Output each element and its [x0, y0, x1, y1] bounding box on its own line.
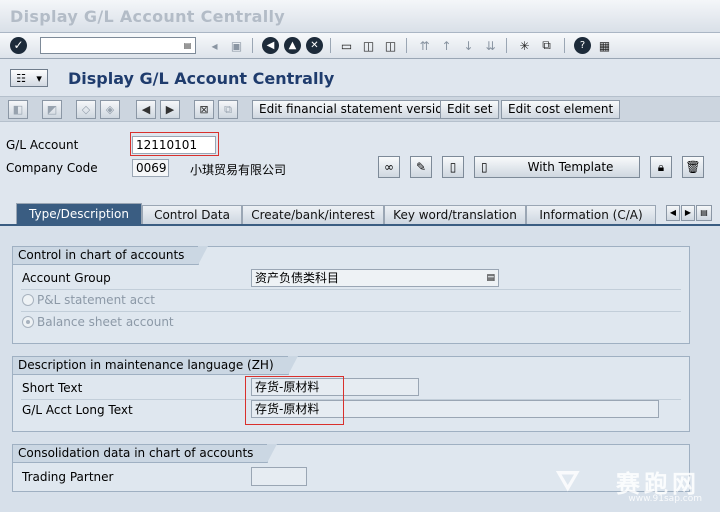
find-next-icon[interactable]: ◫	[382, 37, 399, 54]
dropdown-icon[interactable]: ▤	[486, 270, 495, 286]
eraser-icon[interactable]: ◇	[76, 100, 96, 119]
screen-title-bar: ☷ ▾ Display G/L Account Centrally	[0, 62, 720, 95]
control-group-title: Control in chart of accounts	[13, 246, 209, 265]
trading-partner-field[interactable]	[251, 467, 307, 486]
next-page-icon[interactable]: ↓	[460, 37, 477, 54]
edit-fs-version-button[interactable]: Edit financial statement version	[252, 100, 458, 119]
company-code-label: Company Code	[6, 161, 98, 175]
control-group: Control in chart of accounts Account Gro…	[12, 246, 690, 344]
with-template-button[interactable]: ▯ With Template	[474, 156, 640, 178]
gl-account-highlight	[130, 132, 219, 156]
tab-scroll-right-icon[interactable]: ▶	[681, 205, 695, 221]
description-highlight	[245, 376, 344, 425]
save-icon[interactable]: ▣	[228, 37, 245, 54]
shortcut-icon[interactable]: ⧉	[538, 37, 555, 54]
company-name: 小琪贸易有限公司	[190, 163, 287, 177]
account-group-label: Account Group	[22, 271, 111, 285]
long-text-label: G/L Acct Long Text	[22, 403, 133, 417]
cancel-icon[interactable]: ✕	[306, 37, 323, 54]
previous-icon[interactable]: ◂	[206, 37, 223, 54]
command-field[interactable]: ▤	[40, 37, 196, 54]
first-page-icon[interactable]: ⇈	[416, 37, 433, 54]
gl-account-label: G/L Account	[6, 138, 79, 152]
description-group-title: Description in maintenance language (ZH)	[13, 356, 298, 375]
tab-control-data[interactable]: Control Data	[142, 205, 242, 224]
description-group: Description in maintenance language (ZH)…	[12, 356, 690, 432]
display-icon[interactable]: ◧	[8, 100, 28, 119]
copy-document-icon[interactable]: ⧉	[218, 100, 238, 119]
screen-title: Display G/L Account Centrally	[68, 69, 335, 88]
account-group-value: 资产负债类科目	[255, 271, 340, 285]
trading-partner-label: Trading Partner	[22, 470, 114, 484]
watermark-url: www.91sap.com	[628, 494, 702, 504]
document-overview-icon[interactable]: ⊠	[194, 100, 214, 119]
tab-list-icon[interactable]: ▤	[696, 205, 712, 221]
pencil-icon[interactable]: ✎	[410, 156, 432, 178]
window-title-bar: Display G/L Account Centrally	[0, 0, 720, 33]
edit-cost-element-button[interactable]: Edit cost element	[501, 100, 621, 119]
edit-set-button[interactable]: Edit set	[440, 100, 500, 119]
tab-type-description[interactable]: Type/Description	[16, 203, 142, 224]
previous-record-icon[interactable]: ◀	[136, 100, 156, 119]
exit-icon[interactable]: ▲	[284, 37, 301, 54]
menu-icon[interactable]: ☷ ▾	[10, 69, 48, 87]
tab-scroll-left-icon[interactable]: ◀	[666, 205, 680, 221]
tab-create-bank-interest[interactable]: Create/bank/interest	[242, 205, 384, 224]
balance-sheet-radio[interactable]	[22, 316, 34, 328]
find-icon[interactable]: ◫	[360, 37, 377, 54]
pl-statement-label: P&L statement acct	[37, 293, 155, 307]
new-session-icon[interactable]: ✳	[516, 37, 533, 54]
tab-information-ca[interactable]: Information (C/A)	[526, 205, 656, 224]
short-text-label: Short Text	[22, 381, 83, 395]
window-title: Display G/L Account Centrally	[10, 7, 286, 26]
prev-page-icon[interactable]: ↑	[438, 37, 455, 54]
glasses-icon[interactable]: ∞	[378, 156, 400, 178]
application-toolbar: ◧ ◩ ◇ ◈ ◀ ▶ ⊠ ⧉ Edit financial statement…	[0, 96, 720, 122]
last-page-icon[interactable]: ⇊	[482, 37, 499, 54]
undo-icon[interactable]: ◈	[100, 100, 120, 119]
customize-icon[interactable]: ▦	[596, 37, 613, 54]
account-group-field[interactable]: 资产负债类科目 ▤	[251, 269, 499, 287]
print-icon[interactable]: ▭	[338, 37, 355, 54]
pl-statement-radio[interactable]	[22, 294, 34, 306]
next-record-icon[interactable]: ▶	[160, 100, 180, 119]
balance-sheet-label: Balance sheet account	[37, 315, 174, 329]
template-document-icon: ▯	[481, 160, 488, 174]
standard-toolbar: ✓ ▤ ◂ ▣ ◀ ▲ ✕ ▭ ◫ ◫ ⇈ ↑ ↓ ⇊ ✳ ⧉ ? ▦	[0, 33, 720, 59]
back-icon[interactable]: ◀	[262, 37, 279, 54]
enter-icon[interactable]: ✓	[10, 37, 27, 54]
create-icon[interactable]: ▯	[442, 156, 464, 178]
lock-icon[interactable]: 🔒︎	[650, 156, 672, 178]
watermark: ⛛ 赛跑网 www.91sap.com	[556, 464, 706, 504]
consolidation-group-title: Consolidation data in chart of accounts	[13, 444, 278, 463]
tab-key-word-translation[interactable]: Key word/translation	[384, 205, 526, 224]
watermark-logo: ⛛	[556, 464, 580, 497]
tab-content: Control in chart of accounts Account Gro…	[0, 224, 720, 512]
delete-icon[interactable]: 🗑︎	[682, 156, 704, 178]
change-display-icon[interactable]: ◩	[42, 100, 62, 119]
company-code-field[interactable]: 0069	[132, 159, 169, 177]
help-icon[interactable]: ?	[574, 37, 591, 54]
tab-strip: Type/Description Control Data Create/ban…	[0, 203, 720, 224]
command-history-icon[interactable]: ▤	[182, 39, 193, 52]
with-template-label: With Template	[527, 160, 614, 174]
